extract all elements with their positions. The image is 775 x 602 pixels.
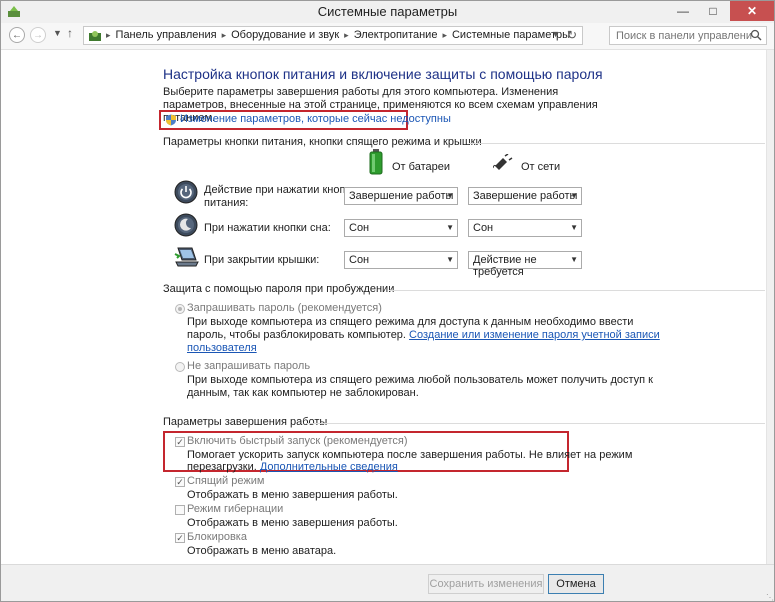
resize-grip-icon[interactable]: ⋱ xyxy=(766,593,774,601)
system-settings-window: Системные параметры — □ ✕ ← → ▼ ↑ ▸ Панел… xyxy=(0,0,775,602)
section-title-power-buttons: Параметры кнопки питания, кнопки спящего… xyxy=(163,136,482,148)
sleep-checkbox[interactable]: ✓ xyxy=(175,477,185,487)
power-button-icon xyxy=(174,180,198,204)
recent-pages-dropdown[interactable]: ▼ xyxy=(53,28,62,38)
vertical-scrollbar[interactable] xyxy=(766,50,774,564)
create-password-link-continued[interactable]: пользователя xyxy=(187,342,257,355)
sleep-label: Спящий режим xyxy=(187,475,265,487)
breadcrumb-separator[interactable]: ▸ xyxy=(222,30,227,40)
power-button-battery-select[interactable]: Завершение работы ▼ xyxy=(344,187,458,205)
content-area: Настройка кнопок питания и включение защ… xyxy=(1,50,766,564)
fast-startup-description-line2: перезагрузки. Дополнительные сведения xyxy=(187,461,398,473)
chevron-down-icon: ▼ xyxy=(570,223,578,232)
control-panel-icon xyxy=(89,31,101,41)
breadcrumb-separator[interactable]: ▸ xyxy=(442,30,447,40)
address-bar[interactable]: ▸ Панель управления ▸ Оборудование и звук ▸ Э… xyxy=(83,26,583,45)
fast-startup-label: Включить быстрый запуск (рекомендуется) xyxy=(187,435,408,447)
no-password-description: При выходе компьютера из спящего режима … xyxy=(187,374,653,386)
hibernate-checkbox[interactable] xyxy=(175,505,185,515)
save-changes-button[interactable]: Сохранить изменения xyxy=(428,574,544,594)
power-button-ac-select[interactable]: Завершение работы ▼ xyxy=(468,187,582,205)
no-password-label: Не запрашивать пароль xyxy=(187,360,311,372)
change-unavailable-settings-link[interactable]: Изменение параметров, которые сейчас нед… xyxy=(180,113,451,125)
hibernate-label: Режим гибернации xyxy=(187,503,284,515)
breadcrumb-item[interactable]: Электропитание xyxy=(354,29,438,41)
no-password-description-line2: данным, так как компьютер не заблокирова… xyxy=(187,387,419,399)
require-password-description: При выходе компьютера из спящего режима … xyxy=(187,316,634,328)
power-button-action-label: Действие при нажатии кнопки питания: xyxy=(204,184,357,209)
no-password-radio[interactable] xyxy=(175,362,185,372)
title-bar: Системные параметры — □ ✕ xyxy=(1,1,774,24)
lock-label: Блокировка xyxy=(187,531,247,543)
up-button[interactable]: ↑ xyxy=(67,26,73,40)
chevron-down-icon: ▼ xyxy=(446,223,454,232)
sleep-description: Отображать в меню завершения работы. xyxy=(187,489,398,501)
search-input[interactable] xyxy=(610,27,752,44)
sleep-button-label: При нажатии кнопки сна: xyxy=(204,222,331,234)
battery-icon xyxy=(369,149,383,175)
power-plug-icon xyxy=(493,154,513,170)
breadcrumb-separator[interactable]: ▸ xyxy=(344,30,349,40)
breadcrumb: ▸ Панель управления ▸ Оборудование и звук ▸ Э… xyxy=(106,29,570,41)
minimize-button[interactable]: — xyxy=(668,1,698,21)
laptop-lid-icon xyxy=(174,247,199,267)
section-divider xyxy=(469,143,765,144)
column-header-ac: От сети xyxy=(521,161,561,173)
require-password-radio[interactable] xyxy=(175,304,185,314)
sleep-button-icon xyxy=(174,213,198,237)
chevron-down-icon: ▼ xyxy=(570,191,578,200)
chevron-down-icon: ▼ xyxy=(446,255,454,264)
section-title-shutdown: Параметры завершения работы xyxy=(163,416,328,428)
breadcrumb-separator: ▸ xyxy=(106,30,111,40)
chevron-down-icon: ▼ xyxy=(446,191,454,200)
chevron-down-icon: ▼ xyxy=(570,255,578,264)
lid-close-label: При закрытии крышки: xyxy=(204,254,320,266)
hibernate-description: Отображать в меню завершения работы. xyxy=(187,517,398,529)
breadcrumb-item[interactable]: Панель управления xyxy=(116,29,217,41)
uac-shield-icon xyxy=(166,114,176,126)
lock-checkbox[interactable]: ✓ xyxy=(175,533,185,543)
lid-close-ac-select[interactable]: Действие не требуется ▼ xyxy=(468,251,582,278)
address-dropdown[interactable]: ▼ xyxy=(551,29,560,39)
fast-startup-checkbox[interactable]: ✓ xyxy=(175,437,185,447)
breadcrumb-item[interactable]: Оборудование и звук xyxy=(231,29,339,41)
column-header-battery: От батареи xyxy=(392,161,450,173)
section-title-password: Защита с помощью пароля при пробуждении xyxy=(163,283,395,295)
search-box[interactable] xyxy=(609,26,767,45)
sleep-button-ac-select[interactable]: Сон ▼ xyxy=(468,219,582,237)
section-divider xyxy=(307,423,765,424)
footer-bar: Сохранить изменения Отмена ⋱ xyxy=(1,564,774,601)
create-password-link[interactable]: Создание или изменение пароля учетной за… xyxy=(409,329,660,341)
section-divider xyxy=(389,290,765,291)
navigation-bar: ← → ▼ ↑ ▸ Панель управления ▸ Оборудование … xyxy=(1,23,774,50)
forward-button[interactable]: → xyxy=(30,27,46,43)
close-button[interactable]: ✕ xyxy=(730,1,774,21)
cancel-button[interactable]: Отмена xyxy=(548,574,604,594)
more-info-link[interactable]: Дополнительные сведения xyxy=(260,461,398,473)
lock-description: Отображать в меню аватара. xyxy=(187,545,337,557)
window-title: Системные параметры xyxy=(317,4,458,19)
sleep-button-battery-select[interactable]: Сон ▼ xyxy=(344,219,458,237)
require-password-description-line2: пароль, чтобы разблокировать компьютер. … xyxy=(187,329,660,341)
page-title: Настройка кнопок питания и включение защ… xyxy=(163,66,603,82)
maximize-button[interactable]: □ xyxy=(698,1,728,21)
search-icon[interactable] xyxy=(750,29,762,41)
refresh-icon[interactable]: ↻ xyxy=(567,28,577,42)
lid-close-battery-select[interactable]: Сон ▼ xyxy=(344,251,458,269)
require-password-label: Запрашивать пароль (рекомендуется) xyxy=(187,302,382,314)
back-button[interactable]: ← xyxy=(9,27,25,43)
